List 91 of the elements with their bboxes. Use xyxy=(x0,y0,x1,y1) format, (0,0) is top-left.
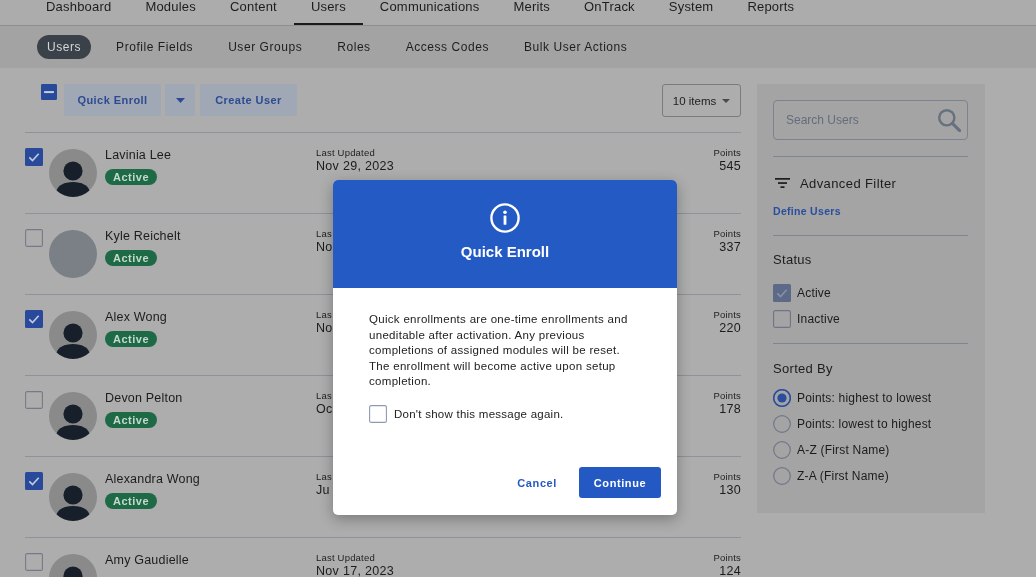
last-updated-label: Last Updated xyxy=(316,147,375,159)
status-badge: Active xyxy=(105,493,158,509)
last-updated-date: Nov 29, 2023 xyxy=(316,160,394,173)
user-name: Alexandra Wong xyxy=(105,472,200,487)
caret-icon xyxy=(175,97,185,103)
points-label: Points xyxy=(713,471,741,483)
search-field[interactable]: Search Users xyxy=(773,100,968,140)
radio-button[interactable] xyxy=(773,389,791,407)
status-badge: Active xyxy=(105,331,158,347)
points-label: Points xyxy=(713,390,741,402)
continue-button[interactable]: Continue xyxy=(579,467,661,498)
last-updated-date: No xyxy=(316,322,333,335)
points-label: Points xyxy=(713,147,741,159)
nav-tab[interactable]: Communications xyxy=(362,0,497,25)
nav-tab[interactable]: Dashboard xyxy=(29,0,129,25)
sort-option-label: Z-A (First Name) xyxy=(797,469,889,483)
nav-tab[interactable]: Reports xyxy=(730,0,812,25)
select-all-checkbox[interactable] xyxy=(41,84,57,100)
sub-nav-tab[interactable]: Roles xyxy=(327,35,381,59)
sub-nav-tab[interactable]: User Groups xyxy=(218,35,313,59)
dropdown-button[interactable] xyxy=(165,84,195,116)
status-badge: Active xyxy=(105,250,158,266)
points-value: 545 xyxy=(719,160,741,173)
dialog-title: Quick Enroll xyxy=(460,243,550,261)
radio-button[interactable] xyxy=(773,415,791,433)
sort-option-label: A-Z (First Name) xyxy=(797,443,890,457)
sub-nav-tab[interactable]: Access Codes xyxy=(395,35,499,59)
page-size-dropdown[interactable]: 10 items xyxy=(662,84,741,117)
dont-show-checkbox[interactable] xyxy=(369,404,387,423)
row-checkbox[interactable] xyxy=(25,310,43,328)
photo-placeholder xyxy=(49,230,97,278)
sort-option-label: Points: lowest to highest xyxy=(797,417,932,431)
caret-icon xyxy=(722,98,731,103)
user-name: Lavinia Lee xyxy=(105,148,172,163)
nav-tab[interactable]: Content xyxy=(212,0,294,25)
points-value: 130 xyxy=(719,484,741,497)
last-updated-date: Ju xyxy=(316,484,330,497)
points-value: 220 xyxy=(719,322,741,335)
nav-tab[interactable]: Merits xyxy=(496,0,568,25)
create-user-button[interactable]: Create User xyxy=(200,84,297,116)
sub-nav-tab[interactable]: Profile Fields xyxy=(106,35,204,59)
cancel-button[interactable]: Cancel xyxy=(507,468,567,497)
status-heading: Status xyxy=(773,252,812,268)
sub-nav-tab[interactable]: Bulk User Actions xyxy=(514,35,638,59)
points-value: 124 xyxy=(719,565,741,577)
last-updated-label: Las xyxy=(316,309,332,321)
last-updated-label: Las xyxy=(316,228,332,240)
points-value: 178 xyxy=(719,403,741,416)
nav-tab[interactable]: Modules xyxy=(128,0,213,25)
radio-button[interactable] xyxy=(773,441,791,459)
row-checkbox[interactable] xyxy=(25,472,43,490)
filter-icon xyxy=(775,178,790,188)
user-name: Kyle Reichelt xyxy=(105,229,181,244)
sorted-by-heading: Sorted By xyxy=(773,361,833,377)
nav-tab[interactable]: System xyxy=(651,0,731,25)
points-label: Points xyxy=(713,228,741,240)
last-updated-date: Oc xyxy=(316,403,333,416)
last-updated-label: Last Updated xyxy=(316,552,375,564)
sort-option-label: Points: highest to lowest xyxy=(797,391,932,405)
status-checkbox[interactable] xyxy=(773,310,791,328)
status-badge: Active xyxy=(105,169,158,185)
user-silhouette-icon xyxy=(49,149,97,197)
user-silhouette-icon xyxy=(49,311,97,359)
status-option-label: Active xyxy=(797,286,831,300)
sub-nav-tab[interactable]: Users xyxy=(37,35,92,59)
status-checkbox[interactable] xyxy=(773,284,791,302)
info-icon xyxy=(490,203,520,233)
last-updated-label: Las xyxy=(316,390,332,402)
user-name: Amy Gaudielle xyxy=(105,553,189,568)
row-checkbox[interactable] xyxy=(25,229,43,247)
last-updated-label: Las xyxy=(316,471,332,483)
advanced-filter-heading: Advanced Filter xyxy=(800,175,897,191)
status-option-label: Inactive xyxy=(797,312,840,326)
dialog-message: Quick enrollments are one-time enrollments and uneditable after activation. Any previous completions of assigned modules will be reset. The enrollment will become active upon setup completion. xyxy=(369,312,629,389)
points-label: Points xyxy=(713,309,741,321)
row-checkbox[interactable] xyxy=(25,553,43,571)
user-silhouette-icon xyxy=(49,473,97,521)
dont-show-label: Don't show this message again. xyxy=(394,407,564,420)
user-name: Alex Wong xyxy=(105,310,168,325)
radio-button[interactable] xyxy=(773,467,791,485)
user-name: Devon Pelton xyxy=(105,391,183,406)
points-label: Points xyxy=(713,552,741,564)
row-checkbox[interactable] xyxy=(25,391,43,409)
last-updated-date: No xyxy=(316,241,333,254)
status-badge: Active xyxy=(105,412,158,428)
points-value: 337 xyxy=(719,241,741,254)
user-silhouette-icon xyxy=(49,392,97,440)
nav-tab[interactable]: OnTrack xyxy=(567,0,652,25)
search-icon[interactable] xyxy=(937,108,961,132)
last-updated-date: Nov 17, 2023 xyxy=(316,565,394,577)
row-checkbox[interactable] xyxy=(25,148,43,166)
